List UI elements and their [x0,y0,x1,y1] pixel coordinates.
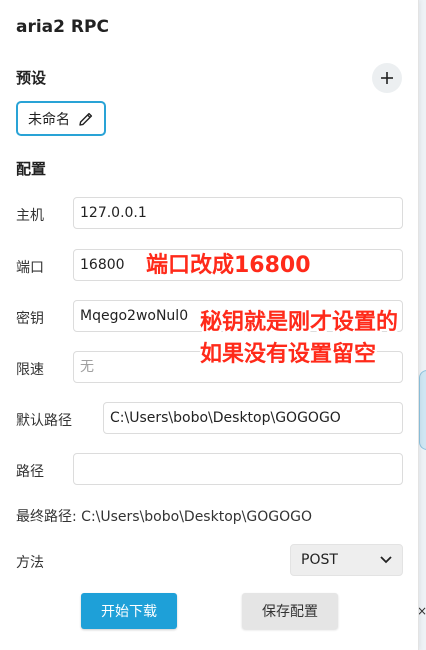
preset-chip-unnamed[interactable]: 未命名 [16,101,106,136]
final-path-text: 最终路径: C:\Users\bobo\Desktop\GOGOGO [16,509,312,525]
port-annotation: 端口改成16800 [146,253,311,278]
method-label: 方法 [16,555,44,571]
presets-heading: 预设 [16,69,47,87]
start-download-button[interactable]: 开始下载 [81,593,177,629]
config-heading: 配置 [16,160,47,178]
host-input[interactable]: 127.0.0.1 [73,197,403,229]
plus-icon [381,72,393,84]
save-config-button[interactable]: 保存配置 [242,593,338,629]
method-select[interactable]: POST [290,544,403,576]
speed-limit-label: 限速 [16,362,44,378]
preset-chip-label: 未命名 [28,111,70,128]
default-path-input[interactable]: C:\Users\bobo\Desktop\GOGOGO [103,402,403,434]
background-decoration [419,370,426,450]
path-label: 路径 [16,464,44,480]
chevron-down-icon [380,556,392,564]
panel-title: aria2 RPC [16,17,109,37]
path-input[interactable] [73,453,403,485]
port-label: 端口 [16,260,44,276]
pencil-icon[interactable] [78,111,94,127]
host-label: 主机 [16,208,44,224]
secret-label: 密钥 [16,311,44,327]
aria2-rpc-panel: aria2 RPC 预设 未命名 配置 主机 127.0.0.1 端口 1680… [0,0,419,650]
secret-annotation-line2: 如果没有设置留空 [200,342,377,367]
method-selected-value: POST [301,552,338,568]
secret-annotation-line1: 秘钥就是刚才设置的 [200,310,399,335]
default-path-label: 默认路径 [16,413,72,429]
add-preset-button[interactable] [372,63,402,93]
